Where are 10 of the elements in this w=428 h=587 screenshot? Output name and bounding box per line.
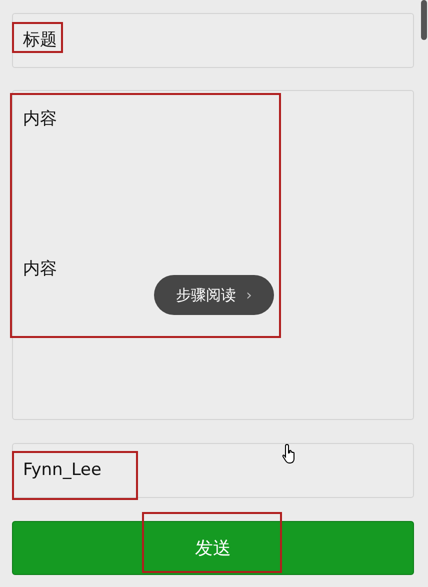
chevron-icon: › (246, 284, 252, 306)
highlight-frame (12, 22, 63, 53)
title-field[interactable]: 标题 (12, 13, 414, 68)
content-field[interactable]: 内容 内容 步骤阅读 › (12, 90, 414, 420)
content-text: 内容 (23, 108, 58, 131)
scrollbar[interactable] (421, 0, 427, 40)
send-button[interactable]: 发送 (12, 521, 414, 575)
step-read-button[interactable]: 步骤阅读 › (154, 275, 274, 315)
author-field[interactable]: Fynn_Lee (12, 443, 414, 498)
content-text: 内容 (23, 258, 57, 281)
